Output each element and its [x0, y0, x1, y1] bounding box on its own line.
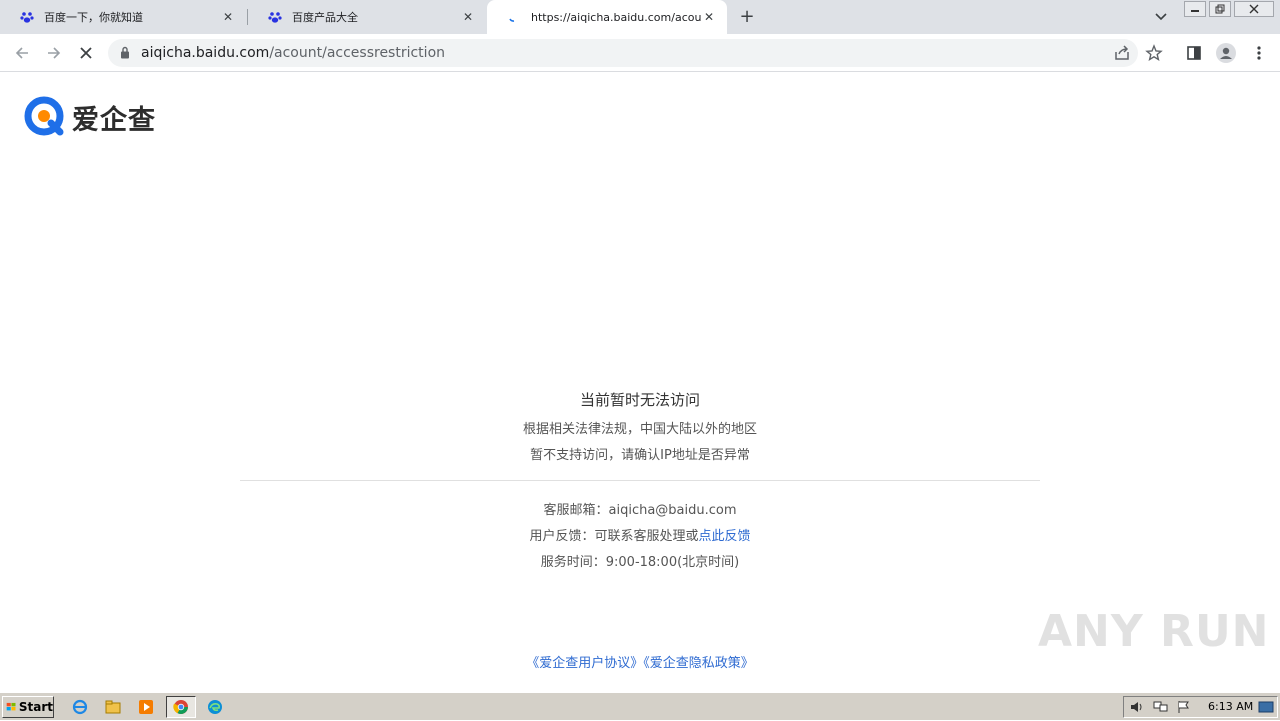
taskbar-clock: 6:13 AM — [1208, 700, 1254, 713]
close-icon — [1249, 4, 1259, 14]
restriction-notice-line2: 暂不支持访问，请确认IP地址是否异常 — [530, 448, 750, 463]
aiqicha-logo[interactable]: 爱企查 — [24, 96, 156, 138]
feedback-text: 可联系客服处理或 — [594, 529, 699, 544]
network-icon[interactable] — [1153, 700, 1169, 714]
edge-icon[interactable] — [205, 697, 225, 717]
tab-aiqicha-active[interactable]: https://aiqicha.baidu.com/acount/ac ✕ — [487, 0, 727, 34]
stop-loading-button[interactable] — [74, 41, 98, 65]
star-icon[interactable] — [1145, 44, 1163, 62]
close-icon — [80, 47, 92, 59]
share-icon[interactable] — [1113, 44, 1131, 62]
baidu-paw-icon — [268, 12, 282, 23]
user-agreement-link[interactable]: 《爱企查用户协议》 — [526, 656, 643, 671]
side-panel-button[interactable] — [1184, 43, 1204, 63]
close-tab-icon[interactable]: ✕ — [220, 9, 236, 25]
service-hours-row: 服务时间：9:00-18:00(北京时间) — [240, 551, 1040, 570]
logo-text: 爱企查 — [72, 104, 156, 136]
tab-title: 百度一下，你就知道 — [44, 11, 143, 24]
aiqicha-logo-icon — [24, 96, 64, 136]
internet-explorer-icon[interactable] — [70, 697, 90, 717]
restriction-notice-line1: 根据相关法律法规，中国大陆以外的地区 — [522, 422, 757, 437]
tab-strip: 百度一下，你就知道 ✕ 百度产品大全 ✕ https://aiqicha.bai… — [0, 0, 1280, 34]
footer-links: 《爱企查用户协议》《爱企查隐私政策》 — [240, 652, 1040, 671]
volume-icon[interactable] — [1129, 700, 1145, 714]
url-host: aiqicha.baidu.com — [141, 45, 270, 61]
arrow-right-icon — [48, 47, 61, 59]
feedback-link[interactable]: 点此反馈 — [699, 529, 751, 544]
tab-title: https://aiqicha.baidu.com/acount/ac — [531, 10, 701, 24]
tab-baidu-products[interactable]: 百度产品大全 ✕ — [248, 0, 486, 34]
avatar-icon — [1216, 43, 1236, 63]
show-desktop-icon[interactable] — [1258, 700, 1274, 714]
arrow-left-icon — [15, 47, 28, 59]
kebab-menu-icon — [1257, 46, 1261, 60]
flag-icon[interactable] — [1177, 700, 1191, 714]
chrome-taskbar-button[interactable] — [166, 696, 196, 718]
profile-button[interactable] — [1216, 43, 1236, 63]
tab-title: 百度产品大全 — [292, 11, 358, 24]
feedback-row: 用户反馈：可联系客服处理或点此反馈 — [240, 525, 1040, 544]
lock-icon[interactable] — [120, 46, 130, 59]
support-email-label: 客服邮箱： — [543, 503, 609, 518]
forward-button[interactable] — [42, 41, 66, 65]
file-explorer-icon[interactable] — [103, 697, 123, 717]
chevron-down-icon[interactable] — [1152, 9, 1170, 25]
baidu-paw-icon — [20, 12, 34, 23]
start-button[interactable]: Start — [2, 696, 54, 718]
service-hours-label: 服务时间： — [540, 555, 606, 570]
feedback-label: 用户反馈： — [529, 529, 595, 544]
address-bar[interactable]: aiqicha.baidu.com/acount/accessrestricti… — [108, 39, 1163, 67]
back-button[interactable] — [10, 41, 34, 65]
tab-baidu-home[interactable]: 百度一下，你就知道 ✕ — [0, 0, 246, 34]
start-label: Start — [18, 700, 53, 714]
browser-toolbar: aiqicha.baidu.com/acount/accessrestricti… — [0, 34, 1280, 72]
loading-spinner-icon — [509, 18, 515, 22]
anyrun-watermark: ANY RUN — [1038, 606, 1270, 657]
media-player-icon[interactable] — [136, 697, 156, 717]
windows-logo-icon — [6, 702, 16, 711]
menu-button[interactable] — [1249, 43, 1269, 63]
restore-button[interactable] — [1209, 1, 1231, 17]
close-tab-icon[interactable]: ✕ — [460, 9, 476, 25]
restore-icon — [1215, 4, 1225, 14]
new-tab-button[interactable]: + — [737, 7, 757, 27]
url-text[interactable]: aiqicha.baidu.com/acount/accessrestricti… — [141, 39, 445, 67]
close-tab-icon[interactable]: ✕ — [701, 9, 717, 25]
page-title: 当前暂时无法访问 — [579, 391, 700, 409]
content-divider — [240, 480, 1040, 481]
service-hours-value: 9:00-18:00(北京时间) — [605, 555, 740, 570]
side-panel-icon — [1187, 46, 1201, 60]
taskbar: Start 6:13 AM — [0, 692, 1280, 720]
privacy-policy-link[interactable]: 《爱企查隐私政策》 — [643, 656, 754, 671]
url-path: /acount/accessrestriction — [269, 45, 446, 61]
support-email-row: 客服邮箱：aiqicha@baidu.com — [240, 499, 1040, 518]
chrome-icon — [173, 700, 188, 714]
close-window-button[interactable] — [1234, 1, 1274, 17]
minimize-button[interactable] — [1184, 1, 1206, 17]
support-email-value: aiqicha@baidu.com — [608, 503, 737, 518]
minimize-icon — [1191, 10, 1199, 12]
system-tray — [1123, 696, 1278, 718]
